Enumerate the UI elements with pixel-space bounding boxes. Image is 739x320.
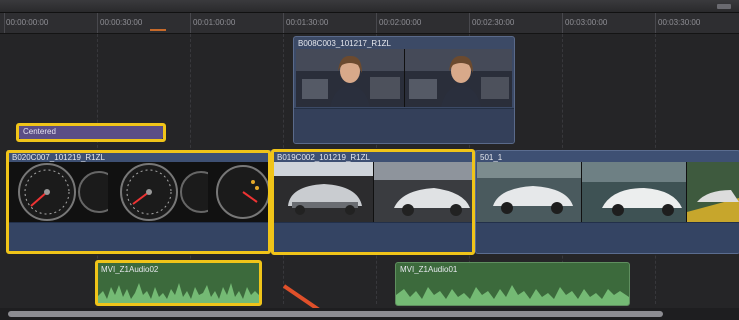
audio-clip[interactable]: MVI_Z1Audio02: [96, 262, 262, 306]
audio-waveform: [396, 285, 629, 305]
ruler-tick: 00:02:30:00: [472, 18, 515, 27]
clip-thumbnail: [109, 162, 210, 222]
title-clip-name: Centered: [23, 127, 56, 136]
timeline-toolbar: [0, 0, 739, 13]
ruler-tick: 00:01:00:00: [193, 18, 236, 27]
skimmer-marker[interactable]: [150, 29, 166, 31]
clip-thumbnail: [296, 49, 405, 107]
clip-name: MVI_Z1Audio02: [101, 265, 159, 274]
drag-grip-icon[interactable]: [717, 4, 731, 9]
ruler-tick: 00:03:30:00: [658, 18, 701, 27]
audio-waveform: [97, 283, 261, 305]
ruler-tick: 00:00:00:00: [6, 18, 49, 27]
clip-thumbnail: [687, 162, 739, 222]
clip-thumbnail: [373, 162, 472, 222]
storyline-clip[interactable]: B019C002_101219_R1ZL: [272, 150, 474, 254]
ruler-tick: 00:02:00:00: [379, 18, 422, 27]
ruler-tick: 00:00:30:00: [100, 18, 143, 27]
horizontal-scrollbar-thumb[interactable]: [8, 311, 663, 317]
clip-thumbnail: [477, 162, 582, 222]
timecode-ruler[interactable]: 00:00:00:00 00:00:30:00 00:01:00:00 00:0…: [0, 13, 739, 34]
storyline-clip[interactable]: 501_1: [475, 150, 739, 254]
clip-name: B008C003_101217_R1ZL: [298, 39, 391, 48]
clip-thumbnail: [9, 162, 110, 222]
connected-video-clip[interactable]: B008C003_101217_R1ZL: [293, 36, 515, 144]
clip-name: MVI_Z1Audio01: [400, 265, 458, 274]
clip-thumbnail: [582, 162, 687, 222]
timeline-window: 00:00:00:00 00:00:30:00 00:01:00:00 00:0…: [0, 0, 739, 320]
title-clip[interactable]: Centered: [19, 125, 163, 139]
clip-name: B020C007_101219_R1ZL: [12, 153, 105, 162]
clip-name: B019C002_101219_R1ZL: [277, 153, 370, 162]
clip-thumbnail: [404, 49, 512, 107]
audio-clip[interactable]: MVI_Z1Audio01: [395, 262, 630, 306]
clip-thumbnail: [274, 162, 374, 222]
clip-name: 501_1: [480, 153, 503, 162]
clip-thumbnail: [209, 162, 269, 222]
ruler-tick: 00:03:00:00: [565, 18, 608, 27]
storyline-clip[interactable]: B020C007_101219_R1ZL: [7, 150, 271, 254]
ruler-tick: 00:01:30:00: [286, 18, 329, 27]
